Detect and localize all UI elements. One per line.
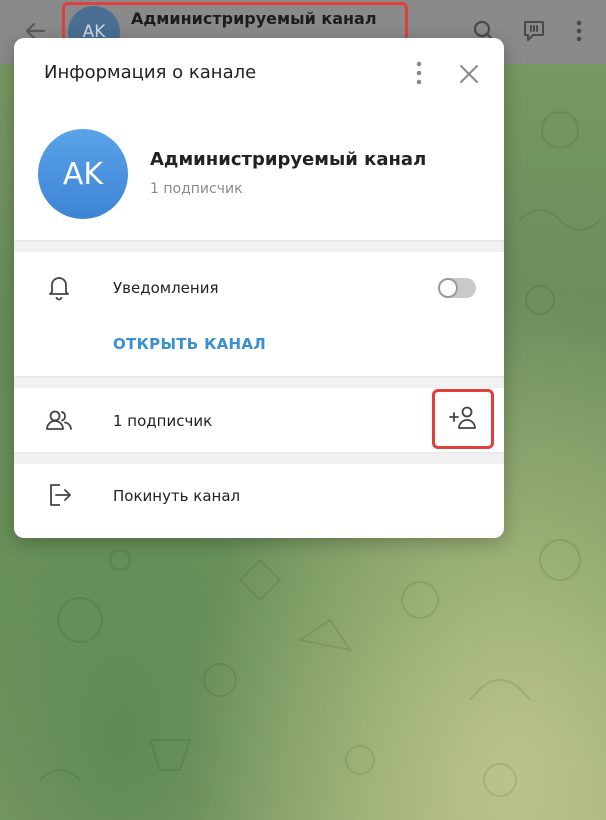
notifications-toggle[interactable] bbox=[438, 278, 476, 298]
notifications-label: Уведомления bbox=[113, 279, 219, 297]
close-icon[interactable] bbox=[457, 62, 481, 86]
chat-icon[interactable] bbox=[521, 18, 547, 44]
users-icon bbox=[46, 410, 72, 430]
leave-channel-button[interactable]: Покинуть канал bbox=[113, 487, 240, 505]
dialog-title: Информация о канале bbox=[44, 62, 257, 83]
add-user-icon bbox=[449, 406, 476, 429]
channel-avatar[interactable]: AK bbox=[38, 129, 128, 219]
section-divider bbox=[14, 452, 504, 464]
toggle-knob bbox=[438, 278, 458, 298]
more-vertical-icon[interactable] bbox=[566, 18, 592, 44]
leave-icon bbox=[50, 484, 71, 506]
channel-subscribers-count: 1 подписчик bbox=[150, 181, 243, 197]
add-subscriber-button[interactable] bbox=[432, 389, 494, 449]
subscribers-row-label[interactable]: 1 подписчик bbox=[113, 412, 212, 430]
section-divider bbox=[14, 376, 504, 388]
section-divider bbox=[14, 240, 504, 252]
open-channel-button[interactable]: ОТКРЫТЬ КАНАЛ bbox=[113, 335, 266, 353]
more-vertical-icon[interactable] bbox=[407, 60, 431, 86]
header-title-highlight bbox=[62, 2, 408, 42]
bell-icon bbox=[49, 277, 69, 301]
channel-name: Администрируемый канал bbox=[150, 149, 427, 170]
channel-info-dialog: Информация о канале AK Администрируемый … bbox=[14, 38, 504, 538]
